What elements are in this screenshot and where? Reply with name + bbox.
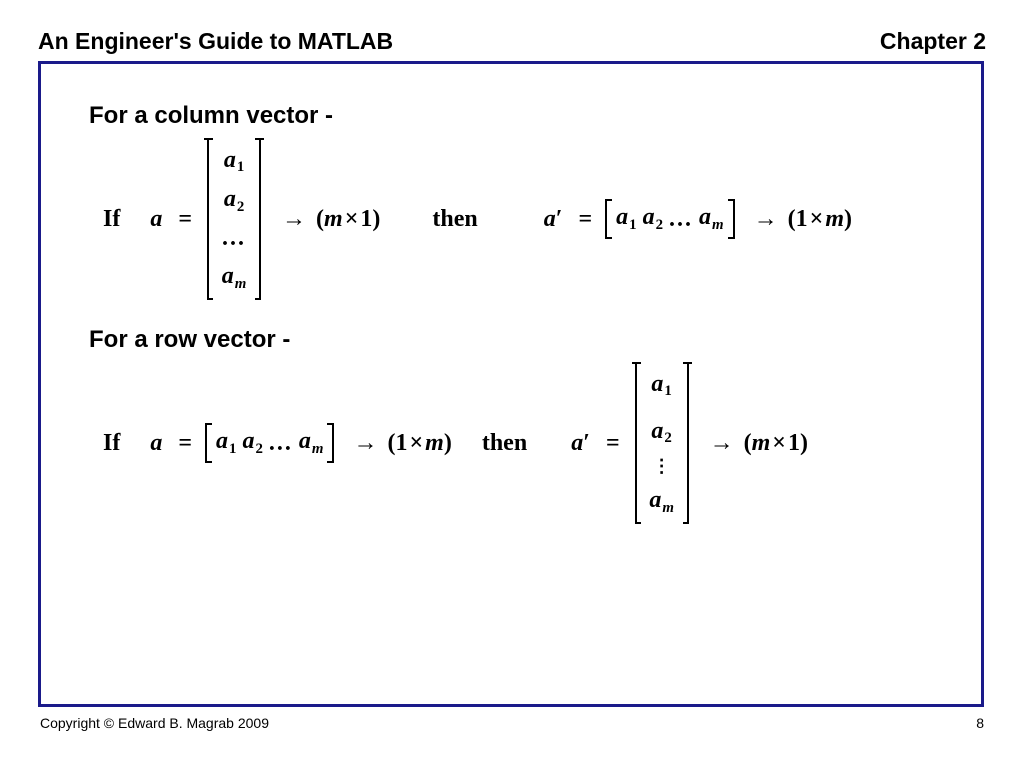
vec-elem: a2 bbox=[242, 428, 262, 457]
equals-sign: = bbox=[578, 206, 592, 233]
vec-elem: a2 bbox=[646, 415, 678, 449]
keyword-if: If bbox=[103, 430, 120, 457]
arrow-icon: → bbox=[710, 430, 734, 457]
left-bracket-icon bbox=[202, 138, 212, 300]
vec-elem: a1 bbox=[216, 428, 236, 457]
section-title-row: For a row vector - bbox=[89, 326, 933, 354]
vec-elem: a2 bbox=[643, 204, 663, 233]
dim-m-by-1: (m×1) bbox=[744, 430, 808, 457]
vec-dots: ... bbox=[269, 430, 293, 457]
vec-elem: am bbox=[299, 428, 324, 457]
vec-elem: a1 bbox=[646, 368, 678, 402]
var-a-prime: a′ bbox=[544, 206, 563, 233]
left-bracket-icon bbox=[202, 423, 210, 463]
vec-dots: ... bbox=[218, 222, 250, 254]
vec-elem: a2 bbox=[218, 183, 250, 217]
keyword-then: then bbox=[432, 206, 477, 233]
right-bracket-icon bbox=[256, 138, 266, 300]
slide-page: An Engineer's Guide to MATLAB Chapter 2 … bbox=[0, 0, 1024, 768]
page-number: 8 bbox=[976, 715, 984, 731]
slide-footer: Copyright © Edward B. Magrab 2009 8 bbox=[38, 715, 986, 731]
left-bracket-icon bbox=[602, 199, 610, 239]
row-vector-bracket: a1 a2 ... am bbox=[202, 423, 337, 463]
dim-1-by-m: (1×m) bbox=[788, 206, 852, 233]
dim-m-by-1: (m×1) bbox=[316, 206, 380, 233]
equation-column-vector: If a = a1 a2 ... am → (m×1) then bbox=[103, 138, 933, 300]
keyword-if: If bbox=[103, 206, 120, 233]
slide-header: An Engineer's Guide to MATLAB Chapter 2 bbox=[38, 28, 986, 55]
row-vector-bracket: a1 a2 ... am bbox=[602, 199, 737, 239]
left-bracket-icon bbox=[630, 362, 640, 524]
vec-elem: a1 bbox=[218, 144, 250, 178]
vec-elem: am bbox=[699, 204, 724, 233]
column-vector-bracket: a1 a2 ... am bbox=[202, 138, 266, 300]
book-title: An Engineer's Guide to MATLAB bbox=[38, 28, 393, 55]
var-a: a bbox=[150, 430, 162, 457]
equals-sign: = bbox=[178, 430, 192, 457]
dim-1-by-m: (1×m) bbox=[387, 430, 451, 457]
arrow-icon: → bbox=[353, 430, 377, 457]
right-bracket-icon bbox=[684, 362, 694, 524]
vec-dots: ... bbox=[669, 206, 693, 233]
right-bracket-icon bbox=[329, 423, 337, 463]
slide-frame: For a column vector - If a = a1 a2 ... a… bbox=[38, 61, 984, 707]
arrow-icon: → bbox=[754, 206, 778, 233]
vec-elem: am bbox=[646, 484, 678, 518]
equals-sign: = bbox=[178, 206, 192, 233]
equals-sign: = bbox=[606, 430, 620, 457]
arrow-icon: → bbox=[282, 206, 306, 233]
vec-elem: a1 bbox=[616, 204, 636, 233]
equation-row-vector: If a = a1 a2 ... am → (1×m) then bbox=[103, 362, 933, 524]
keyword-then: then bbox=[482, 430, 527, 457]
vec-vdots: ⋮ bbox=[646, 462, 678, 471]
section-title-column: For a column vector - bbox=[89, 102, 933, 130]
column-vector-bracket: a1 a2 ⋮ am bbox=[630, 362, 694, 524]
var-a-prime: a′ bbox=[571, 430, 590, 457]
right-bracket-icon bbox=[730, 199, 738, 239]
chapter-label: Chapter 2 bbox=[880, 28, 986, 55]
copyright-text: Copyright © Edward B. Magrab 2009 bbox=[40, 715, 269, 731]
var-a: a bbox=[150, 206, 162, 233]
vec-elem: am bbox=[218, 260, 250, 294]
